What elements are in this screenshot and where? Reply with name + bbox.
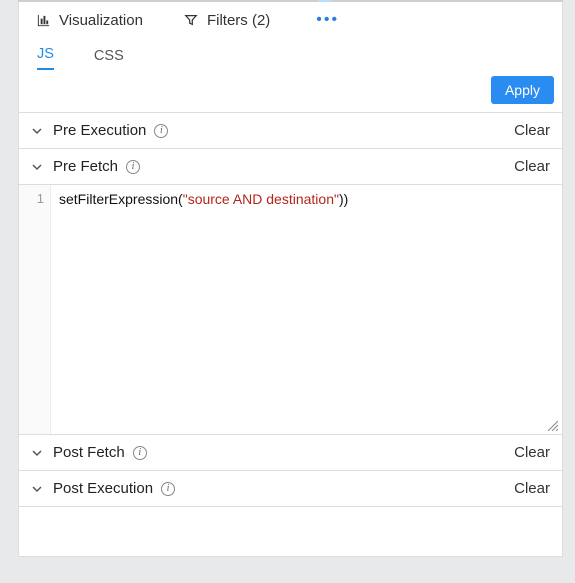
code-editor[interactable]: 1 setFilterExpression("source AND destin…	[19, 184, 562, 434]
subtab-js[interactable]: JS	[37, 46, 54, 70]
code-token-string: "source AND destination"	[183, 191, 339, 207]
subtab-css[interactable]: CSS	[94, 48, 124, 70]
tab-filters[interactable]: Filters (2)	[183, 2, 270, 38]
info-icon[interactable]: i	[154, 124, 168, 138]
editor-gutter: 1	[19, 185, 51, 434]
section-pre-execution[interactable]: Pre Execution i Clear	[19, 112, 562, 148]
chevron-down-icon[interactable]	[29, 125, 45, 137]
editor-code[interactable]: setFilterExpression("source AND destinat…	[51, 185, 562, 434]
resize-grip-icon[interactable]	[546, 418, 560, 432]
tab-visualization[interactable]: Visualization	[35, 2, 143, 38]
clear-button[interactable]: Clear	[514, 444, 550, 461]
clear-button[interactable]: Clear	[514, 122, 550, 139]
apply-row: Apply	[19, 70, 562, 112]
empty-area	[19, 506, 562, 556]
section-title: Pre Fetch	[53, 158, 118, 175]
apply-button[interactable]: Apply	[491, 76, 554, 104]
sub-tabs: JS CSS	[19, 38, 562, 70]
code-token-paren: ))	[339, 191, 348, 207]
section-title: Pre Execution	[53, 122, 146, 139]
section-title: Post Execution	[53, 480, 153, 497]
tab-label: Visualization	[59, 12, 143, 29]
chevron-down-icon[interactable]	[29, 161, 45, 173]
line-number: 1	[19, 191, 44, 206]
chart-bar-icon	[35, 13, 51, 28]
chevron-down-icon[interactable]	[29, 483, 45, 495]
config-panel: Visualization Filters (2) ••• JS CSS App…	[18, 0, 563, 557]
section-post-execution[interactable]: Post Execution i Clear	[19, 470, 562, 506]
info-icon[interactable]: i	[126, 160, 140, 174]
info-icon[interactable]: i	[161, 482, 175, 496]
more-menu-icon[interactable]: •••	[310, 11, 345, 29]
section-title: Post Fetch	[53, 444, 125, 461]
chevron-down-icon[interactable]	[29, 447, 45, 459]
section-pre-fetch[interactable]: Pre Fetch i Clear	[19, 148, 562, 184]
filter-icon	[183, 13, 199, 27]
info-icon[interactable]: i	[133, 446, 147, 460]
tab-label: Filters (2)	[207, 12, 270, 29]
section-post-fetch[interactable]: Post Fetch i Clear	[19, 434, 562, 470]
clear-button[interactable]: Clear	[514, 158, 550, 175]
primary-tabs: Visualization Filters (2) •••	[19, 2, 562, 38]
code-token-fn: setFilterExpression	[59, 191, 178, 207]
clear-button[interactable]: Clear	[514, 480, 550, 497]
